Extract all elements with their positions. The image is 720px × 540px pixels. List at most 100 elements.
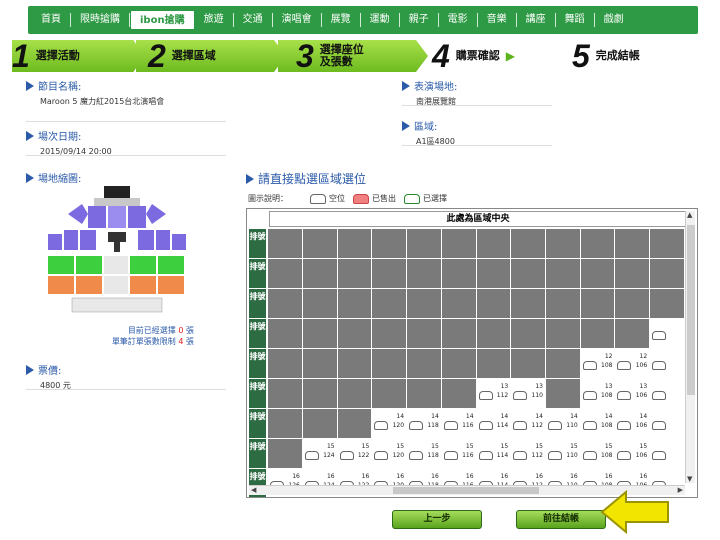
seat-sold <box>407 259 441 288</box>
seat-available[interactable]: 15 124 <box>302 439 337 468</box>
venue-title: 表演場地: <box>402 78 552 93</box>
seat-available[interactable]: 15 114 <box>476 439 511 468</box>
step-2: 2 選擇區域 <box>136 40 286 72</box>
nav-item-9[interactable]: 電影 <box>439 13 478 27</box>
nav-item-4[interactable]: 交通 <box>234 13 273 27</box>
scroll-right-icon[interactable]: ▶ <box>678 486 683 494</box>
seat-available[interactable]: 15 108 <box>580 439 615 468</box>
scroll-up-icon[interactable]: ▲ <box>687 211 692 219</box>
seat-available[interactable]: 15 116 <box>441 439 476 468</box>
seat-number: 106 <box>635 452 648 459</box>
nav-item-1[interactable]: 限時搶購 <box>71 13 130 27</box>
seat-available[interactable] <box>650 439 684 468</box>
vertical-scrollbar[interactable]: ▲ ▼ <box>685 211 695 483</box>
seat-available[interactable]: 14 106 <box>615 409 650 438</box>
seat-available[interactable]: 14 120 <box>372 409 407 438</box>
nav-item-5[interactable]: 演唱會 <box>273 13 322 27</box>
seat-row-number: 14 <box>396 413 405 420</box>
seat-available[interactable]: 13 110 <box>511 379 545 408</box>
seat-row-number: 15 <box>604 443 613 450</box>
nav-item-6[interactable]: 展覽 <box>322 13 361 27</box>
seat-sold <box>441 259 476 288</box>
seat-number: 110 <box>566 452 578 459</box>
seat-available[interactable]: 13 112 <box>476 379 511 408</box>
row-label: 排號 <box>249 229 267 258</box>
back-button[interactable]: 上一步 <box>392 510 482 529</box>
area-label: 區域: <box>414 122 438 133</box>
seat-sold <box>268 439 302 468</box>
empty-seat-icon <box>513 451 528 460</box>
seat-available[interactable]: 14 118 <box>407 409 441 438</box>
seat-available[interactable]: 15 106 <box>615 439 650 468</box>
seat-available[interactable] <box>650 319 684 348</box>
date-label: 場次日期: <box>38 132 82 143</box>
seat-number: 108 <box>601 422 613 429</box>
seat-row-number: 16 <box>500 473 509 480</box>
seat-available[interactable]: 12 106 <box>615 349 650 378</box>
seat-row-number: 13 <box>639 383 648 390</box>
sold-seat-icon <box>353 193 369 204</box>
nav-item-11[interactable]: 講座 <box>517 13 556 27</box>
seat-row-number: 16 <box>465 473 474 480</box>
price-label: 票價: <box>38 366 62 377</box>
empty-seat-icon <box>547 451 562 460</box>
seat-available[interactable]: 14 116 <box>441 409 476 438</box>
seat-available[interactable] <box>650 349 684 378</box>
seat-available[interactable]: 14 114 <box>476 409 511 438</box>
seat-sold <box>302 409 337 438</box>
progress-steps: 1 選擇活動 2 選擇區域 3 選擇座位及張數 4 購票確認 ▶ 5 完成結帳 <box>12 40 708 72</box>
seat-available[interactable]: 15 110 <box>545 439 580 468</box>
nav-item-7[interactable]: 運動 <box>361 13 400 27</box>
nav-item-0[interactable]: 首頁 <box>32 13 71 27</box>
seat-available[interactable]: 15 122 <box>337 439 372 468</box>
area-title: 區域: <box>402 118 552 133</box>
seat-available[interactable]: 14 108 <box>580 409 615 438</box>
seat-sold <box>268 349 302 378</box>
horizontal-scroll-thumb[interactable] <box>393 487 539 494</box>
map-panel: 場地縮圖: <box>26 170 226 185</box>
seat-number: 124 <box>323 452 335 459</box>
empty-seat-icon <box>304 451 319 460</box>
seat-number: 120 <box>392 452 405 459</box>
seat-row-number: 16 <box>431 473 439 480</box>
seat-available[interactable]: 12 108 <box>580 349 615 378</box>
seat-available[interactable]: 15 118 <box>407 439 441 468</box>
venue-thumbnail-map[interactable] <box>42 186 192 314</box>
area-value: A1區4800 <box>416 137 455 146</box>
seat-available[interactable] <box>650 409 684 438</box>
seat-available[interactable]: 13 106 <box>615 379 650 408</box>
seat-number: 114 <box>496 452 509 459</box>
vertical-scroll-thumb[interactable] <box>687 225 695 395</box>
seat-available[interactable]: 14 110 <box>545 409 580 438</box>
seat-sold <box>476 319 511 348</box>
empty-seat-icon <box>652 331 667 340</box>
seat-sold <box>407 289 441 318</box>
seat-sold <box>511 289 545 318</box>
empty-seat-icon <box>478 421 493 430</box>
seat-number: 108 <box>601 452 613 459</box>
nav-item-10[interactable]: 音樂 <box>478 13 517 27</box>
step-4-label: 購票確認 <box>455 49 500 62</box>
seat-sold <box>302 349 337 378</box>
nav-item-2[interactable]: ibon搶購 <box>130 10 195 30</box>
seat-available[interactable]: 13 108 <box>580 379 615 408</box>
seat-row-number: 14 <box>639 413 648 420</box>
seat-available[interactable]: 15 112 <box>511 439 545 468</box>
seat-available[interactable]: 15 120 <box>372 439 407 468</box>
empty-seat-icon <box>617 361 632 370</box>
seat-number: 118 <box>427 422 439 429</box>
seat-rows: 排號 排號 排號 排號 排號 12 108 12 106 排號 13 112 13 110 13 108 13 1… <box>249 229 685 497</box>
seat-available[interactable] <box>650 379 684 408</box>
seat-number: 106 <box>635 362 648 369</box>
nav-item-12[interactable]: 舞蹈 <box>556 13 595 27</box>
seat-available[interactable]: 14 112 <box>511 409 545 438</box>
nav-item-3[interactable]: 旅遊 <box>195 13 234 27</box>
scroll-down-icon[interactable]: ▼ <box>687 475 692 483</box>
step-4: 4 購票確認 ▶ <box>432 40 562 72</box>
nav-item-13[interactable]: 戲劇 <box>595 13 633 27</box>
legend-sold-label: 已售出 <box>372 194 396 203</box>
scroll-left-icon[interactable]: ◀ <box>251 486 256 494</box>
seat-row-number: 13 <box>535 383 543 390</box>
checkout-button[interactable]: 前往結帳 <box>516 510 606 529</box>
nav-item-8[interactable]: 親子 <box>400 13 439 27</box>
